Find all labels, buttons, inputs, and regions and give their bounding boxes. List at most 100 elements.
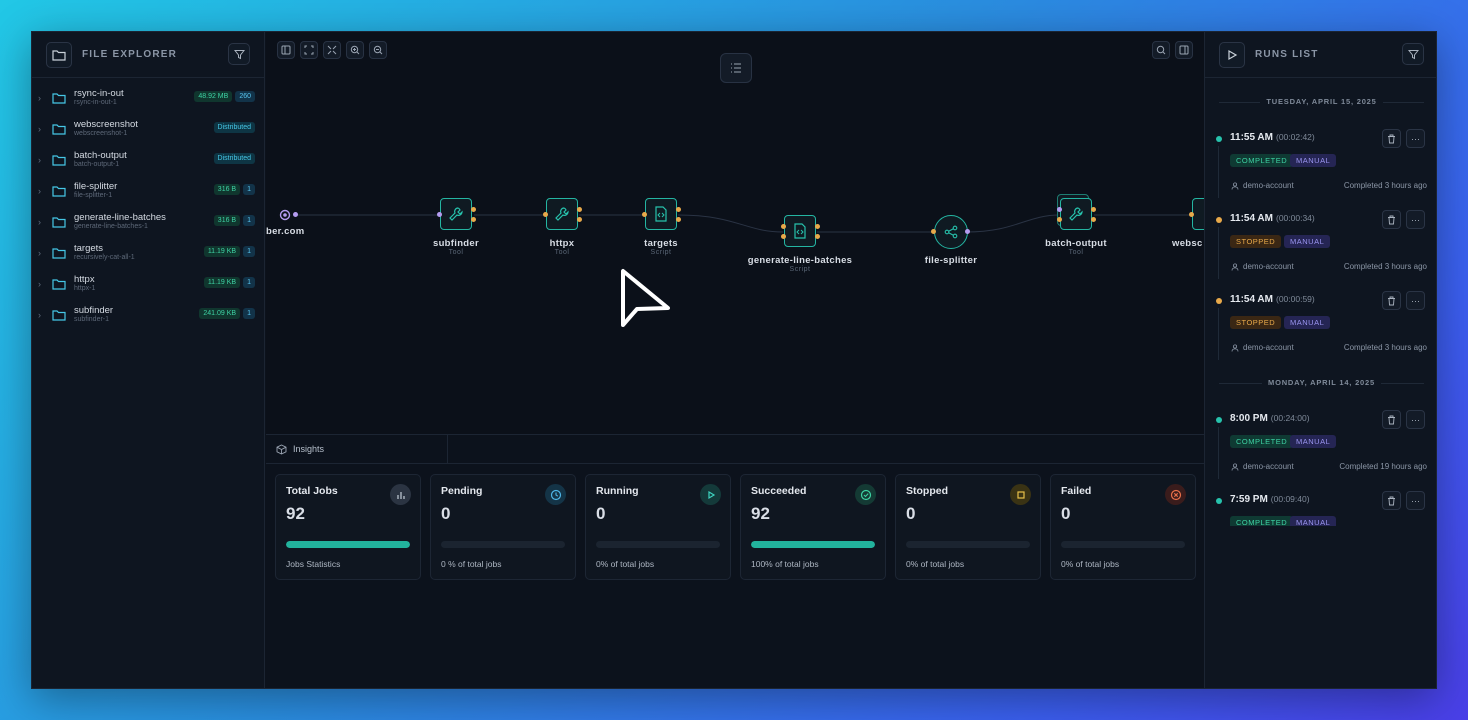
output-port[interactable] xyxy=(676,207,681,212)
filter-icon[interactable] xyxy=(228,43,250,65)
chevron-right-icon[interactable]: › xyxy=(38,93,48,103)
chevron-right-icon[interactable]: › xyxy=(38,248,48,258)
input-port[interactable] xyxy=(1057,217,1062,222)
chevron-right-icon[interactable]: › xyxy=(38,155,48,165)
input-port[interactable] xyxy=(781,234,786,239)
node-generate-line-batches[interactable] xyxy=(784,215,816,247)
trash-icon[interactable] xyxy=(1382,491,1401,510)
run-time: 7:59 PM (00:09:40) xyxy=(1230,494,1310,505)
card-value: 0 xyxy=(906,504,916,523)
file-explorer-title: FILE EXPLORER xyxy=(82,49,178,60)
chevron-right-icon[interactable]: › xyxy=(38,186,48,196)
node-batch-output[interactable] xyxy=(1060,198,1092,230)
card-footer: 0% of total jobs xyxy=(596,559,655,569)
more-icon[interactable]: ··· xyxy=(1406,291,1425,310)
timeline-line xyxy=(1218,427,1219,479)
edge-layer xyxy=(296,214,1196,233)
input-port[interactable] xyxy=(543,212,548,217)
workflow-canvas[interactable]: ber.com subfinder Tool httpx Tool target… xyxy=(266,32,1224,434)
node-file-splitter[interactable] xyxy=(934,215,968,249)
input-port[interactable] xyxy=(1189,212,1194,217)
output-port[interactable] xyxy=(471,207,476,212)
file-item-file-splitter[interactable]: › file-splitter file-splitter-1 316 B1 xyxy=(32,175,264,206)
output-port[interactable] xyxy=(815,224,820,229)
file-item-batch-output[interactable]: › batch-output batch-output-1 Distributed xyxy=(32,144,264,175)
more-icon[interactable]: ··· xyxy=(1406,410,1425,429)
distributed-badge: Distributed xyxy=(213,122,255,133)
run-item[interactable]: 11:54 AM (00:00:59) ··· STOPPED MANUAL de… xyxy=(1205,288,1436,366)
output-port[interactable] xyxy=(293,212,298,217)
chevron-right-icon[interactable]: › xyxy=(38,217,48,227)
output-port[interactable] xyxy=(676,217,681,222)
run-item[interactable]: 11:55 AM (00:02:42) ··· COMPLETED MANUAL … xyxy=(1205,126,1436,204)
share-icon xyxy=(944,225,958,239)
card-pending: Pending 0 0 % of total jobs xyxy=(430,474,576,580)
file-item-generate-line-batches[interactable]: › generate-line-batches generate-line-bat… xyxy=(32,206,264,237)
more-icon[interactable]: ··· xyxy=(1406,491,1425,510)
output-port[interactable] xyxy=(471,217,476,222)
input-port[interactable] xyxy=(437,212,442,217)
wrench-icon xyxy=(1069,207,1083,221)
bar-chart-icon xyxy=(390,484,411,505)
output-port[interactable] xyxy=(815,234,820,239)
run-time: 11:54 AM (00:00:59) xyxy=(1230,294,1315,305)
input-port[interactable] xyxy=(931,229,936,234)
input-port[interactable] xyxy=(781,224,786,229)
node-subfinder[interactable] xyxy=(440,198,472,230)
folder-icon[interactable] xyxy=(46,41,72,68)
card-failed: Failed 0 0% of total jobs xyxy=(1050,474,1196,580)
card-value: 0 xyxy=(1061,504,1071,523)
more-icon[interactable]: ··· xyxy=(1406,129,1425,148)
folder-icon xyxy=(52,154,66,166)
card-running: Running 0 0% of total jobs xyxy=(585,474,731,580)
run-item[interactable]: 8:00 PM (00:24:00) ··· COMPLETED MANUAL d… xyxy=(1205,407,1436,485)
trash-icon[interactable] xyxy=(1382,410,1401,429)
filter-icon[interactable] xyxy=(1402,43,1424,65)
file-subname: subfinder-1 xyxy=(74,315,110,323)
trigger-badge: MANUAL xyxy=(1284,235,1331,248)
output-port[interactable] xyxy=(965,229,970,234)
run-item[interactable]: 7:59 PM (00:09:40) ··· COMPLETED MANUAL xyxy=(1205,488,1436,526)
folder-icon xyxy=(52,309,66,321)
stats-cards: Total Jobs 92 Jobs Statistics Pending 0 … xyxy=(275,474,1196,580)
file-item-subfinder[interactable]: › subfinder subfinder-1 241.09 KB 1 xyxy=(32,299,264,330)
chevron-right-icon[interactable]: › xyxy=(38,279,48,289)
status-dot xyxy=(1216,217,1222,223)
node-label: subfinder xyxy=(433,238,479,249)
run-item[interactable]: 11:54 AM (00:00:34) ··· STOPPED MANUAL de… xyxy=(1205,207,1436,285)
trash-icon[interactable] xyxy=(1382,291,1401,310)
file-item-httpx[interactable]: › httpx httpx-1 11.19 KB 1 xyxy=(32,268,264,299)
output-port[interactable] xyxy=(1091,207,1096,212)
output-port[interactable] xyxy=(577,207,582,212)
trigger-badge: MANUAL xyxy=(1290,516,1337,526)
file-item-webscreenshot[interactable]: › webscreenshot webscreenshot-1 Distribut… xyxy=(32,113,264,144)
node-targets[interactable] xyxy=(645,198,677,230)
file-subname: rsync-in-out-1 xyxy=(74,98,117,106)
progress-bar xyxy=(906,541,1030,548)
chevron-right-icon[interactable]: › xyxy=(38,124,48,134)
date-separator: TUESDAY, APRIL 15, 2025 xyxy=(1219,97,1424,106)
more-icon[interactable]: ··· xyxy=(1406,210,1425,229)
trash-icon[interactable] xyxy=(1382,210,1401,229)
count-badge: 1 xyxy=(243,277,255,288)
node-httpx[interactable] xyxy=(546,198,578,230)
output-port[interactable] xyxy=(577,217,582,222)
tab-insights[interactable]: Insights xyxy=(266,435,448,464)
trash-icon[interactable] xyxy=(1382,129,1401,148)
node-type: Tool xyxy=(1068,249,1084,256)
timeline-line xyxy=(1218,146,1219,198)
file-item-targets[interactable]: › targets recursively-cat-all-1 11.19 KB 1 xyxy=(32,237,264,268)
clock-icon xyxy=(545,484,566,505)
input-port[interactable] xyxy=(642,212,647,217)
file-item-rsync-in-out[interactable]: › rsync-in-out rsync-in-out-1 48.92 MB 260 xyxy=(32,82,264,113)
count-badge: 1 xyxy=(243,184,255,195)
output-port[interactable] xyxy=(1091,217,1096,222)
chevron-right-icon[interactable]: › xyxy=(38,310,48,320)
account-name: demo-account xyxy=(1243,462,1294,471)
input-port[interactable] xyxy=(1057,207,1062,212)
stop-icon xyxy=(1010,484,1031,505)
folder-icon xyxy=(52,247,66,259)
node-type: Script xyxy=(789,266,811,273)
play-icon[interactable] xyxy=(1219,41,1245,68)
account-name: demo-account xyxy=(1243,262,1294,271)
